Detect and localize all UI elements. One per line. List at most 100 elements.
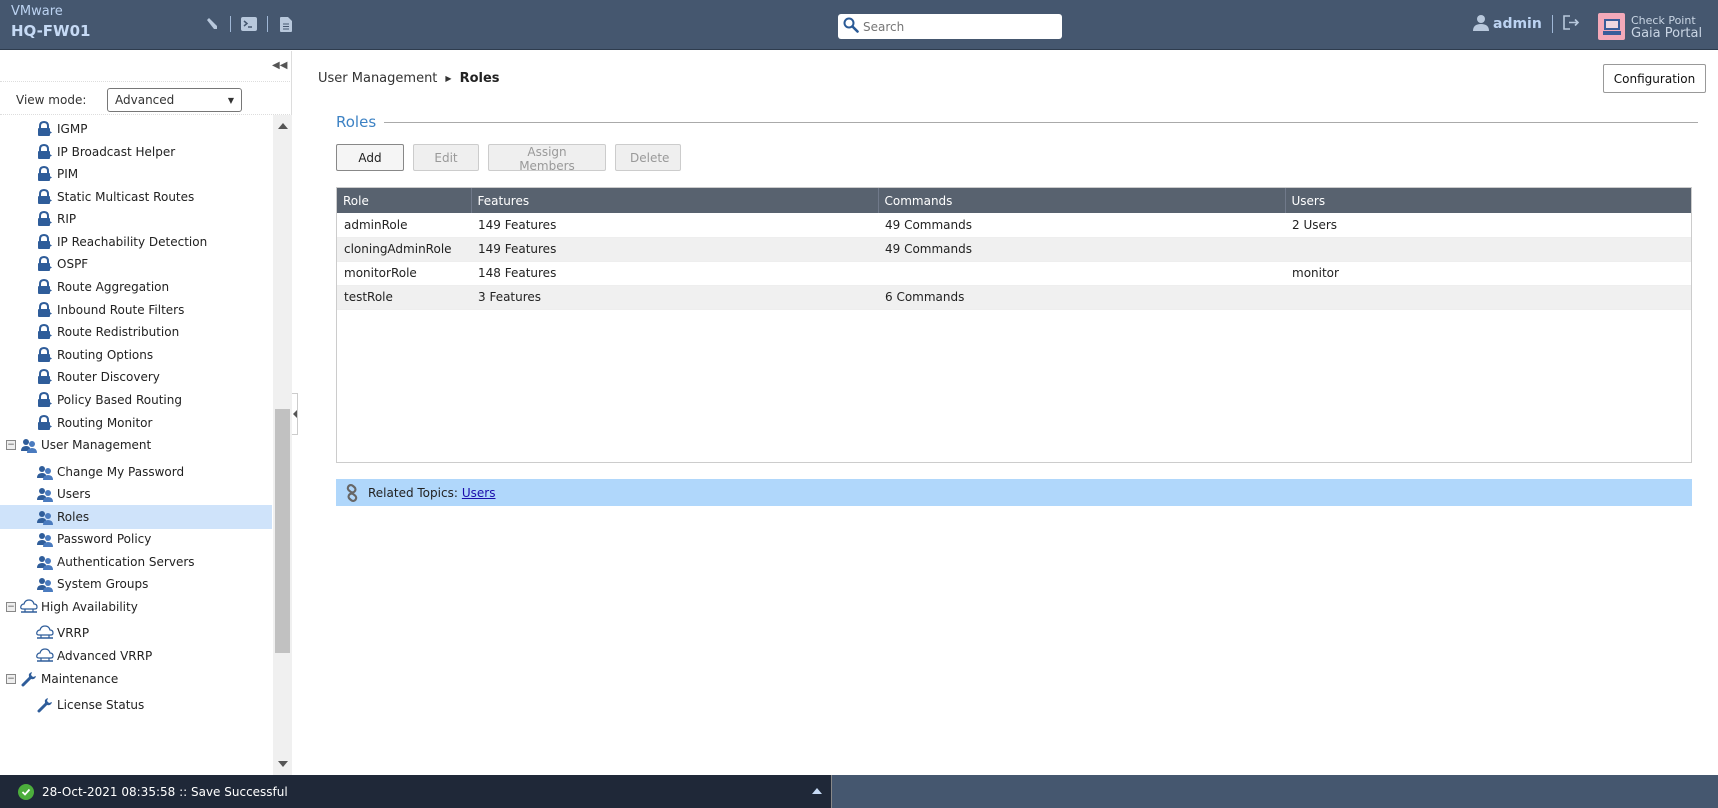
- lock-icon: [36, 165, 54, 183]
- column-header-role[interactable]: Role: [337, 188, 472, 213]
- collapse-tree-icon[interactable]: −: [6, 440, 16, 450]
- terminal-icon[interactable]: [239, 15, 259, 33]
- search-box[interactable]: [838, 14, 1062, 39]
- table-header-row: Role Features Commands Users: [337, 188, 1691, 213]
- sidebar-item-label: IP Reachability Detection: [57, 235, 208, 249]
- sidebar-item-vrrp[interactable]: VRRP: [0, 621, 272, 645]
- username-label[interactable]: admin: [1493, 16, 1542, 32]
- sidebar-item-label: Users: [57, 487, 91, 501]
- collapse-sidebar-icon[interactable]: ◀◀: [272, 60, 287, 71]
- sidebar-item-router-discovery[interactable]: Router Discovery: [0, 365, 272, 389]
- sidebar-item-high-availability[interactable]: − High Availability: [0, 595, 272, 619]
- sidebar-item-authentication-servers[interactable]: Authentication Servers: [0, 550, 272, 574]
- column-header-features[interactable]: Features: [471, 188, 879, 213]
- sidebar-item-ip-broadcast-helper[interactable]: IP Broadcast Helper: [0, 140, 272, 164]
- view-mode-select[interactable]: Advanced ▼: [107, 88, 242, 112]
- logout-icon[interactable]: [1563, 15, 1580, 33]
- sidebar-item-password-policy[interactable]: Password Policy: [0, 527, 272, 551]
- divider: [0, 81, 292, 82]
- lock-icon: [36, 323, 54, 341]
- sidebar-item-label: High Availability: [41, 600, 138, 614]
- sidebar-item-rip[interactable]: RIP: [0, 207, 272, 231]
- view-mode: View mode: Advanced ▼: [16, 88, 242, 112]
- sidebar-item-label: Routing Options: [57, 348, 154, 362]
- sidebar-item-ospf[interactable]: OSPF: [0, 252, 272, 276]
- divider: [384, 121, 1698, 123]
- breadcrumb-arrow-icon: ▶: [445, 74, 452, 83]
- sidebar-item-roles[interactable]: Roles: [0, 505, 272, 529]
- sidebar-item-igmp[interactable]: IGMP: [0, 117, 272, 141]
- lock-icon: [36, 368, 54, 386]
- section-title: Roles: [336, 113, 377, 131]
- navigation-sidebar: ◀◀ View mode: Advanced ▼ IGMP IP Broadcas…: [0, 51, 292, 775]
- sidebar-item-routing-monitor[interactable]: Routing Monitor: [0, 411, 272, 435]
- sidebar-item-user-management[interactable]: − User Management: [0, 433, 272, 457]
- sidebar-item-route-redistribution[interactable]: Route Redistribution: [0, 320, 272, 344]
- section-header: Roles: [336, 113, 1698, 131]
- related-topics-label: Related Topics:: [368, 485, 458, 500]
- view-mode-value: Advanced: [115, 93, 175, 107]
- search-input[interactable]: [863, 19, 1053, 34]
- sidebar-item-ip-reachability-detection[interactable]: IP Reachability Detection: [0, 230, 272, 254]
- breadcrumb: User Management ▶ Roles: [318, 71, 500, 86]
- assign-members-button[interactable]: Assign Members: [488, 144, 606, 173]
- sidebar-item-label: PIM: [57, 167, 79, 181]
- sidebar-item-license-status[interactable]: License Status: [0, 693, 272, 717]
- sidebar-item-label: System Groups: [57, 577, 149, 591]
- table-row[interactable]: cloningAdminRole 149 Features 49 Commands: [337, 237, 1691, 262]
- cell-role: monitorRole: [337, 261, 471, 286]
- cell-features: 148 Features: [471, 261, 878, 286]
- divider: [267, 16, 268, 32]
- lock-icon: [36, 233, 54, 251]
- delete-button[interactable]: Delete: [615, 144, 681, 171]
- breadcrumb-parent[interactable]: User Management: [318, 71, 437, 86]
- sidebar-item-inbound-route-filters[interactable]: Inbound Route Filters: [0, 298, 272, 322]
- sidebar-item-pim[interactable]: PIM: [0, 162, 272, 186]
- divider: [1551, 15, 1553, 33]
- sidebar-item-label: Policy Based Routing: [57, 393, 182, 407]
- sidebar-scrollbar[interactable]: [273, 115, 292, 775]
- users-icon: [36, 485, 54, 503]
- sidebar-item-advanced-vrrp[interactable]: Advanced VRRP: [0, 644, 272, 668]
- related-users-link[interactable]: Users: [462, 486, 496, 500]
- sidebar-item-label: Change My Password: [57, 465, 185, 479]
- sidebar-item-system-groups[interactable]: System Groups: [0, 572, 272, 596]
- column-header-commands[interactable]: Commands: [878, 188, 1286, 213]
- collapse-tree-icon[interactable]: −: [6, 674, 16, 684]
- table-row[interactable]: monitorRole 148 Features monitor: [337, 261, 1691, 286]
- table-row[interactable]: adminRole 149 Features 49 Commands 2 Users: [337, 213, 1691, 238]
- cell-users: [1285, 285, 1691, 310]
- user-icon: [1473, 14, 1489, 34]
- sidebar-item-route-aggregation[interactable]: Route Aggregation: [0, 275, 272, 299]
- expand-status-icon[interactable]: [812, 788, 822, 794]
- scrollbar-thumb[interactable]: [275, 409, 290, 653]
- sidebar-item-policy-based-routing[interactable]: Policy Based Routing: [0, 388, 272, 412]
- cell-features: 149 Features: [471, 237, 878, 262]
- column-header-users[interactable]: Users: [1285, 188, 1691, 213]
- sidebar-item-maintenance[interactable]: − Maintenance: [0, 667, 272, 691]
- table-row[interactable]: testRole 3 Features 6 Commands: [337, 285, 1691, 310]
- collapse-tree-icon[interactable]: −: [6, 602, 16, 612]
- document-icon[interactable]: [276, 15, 296, 33]
- edit-button[interactable]: Edit: [413, 144, 479, 171]
- sidebar-item-static-multicast-routes[interactable]: Static Multicast Routes: [0, 185, 272, 209]
- top-header: VMware HQ-FW01 admin: [0, 0, 1718, 50]
- pencil-icon[interactable]: [202, 15, 222, 33]
- configuration-button[interactable]: Configuration: [1603, 64, 1706, 93]
- sidebar-item-change-my-password[interactable]: Change My Password: [0, 460, 272, 484]
- check-circle-icon: [18, 783, 34, 800]
- sidebar-item-users[interactable]: Users: [0, 482, 272, 506]
- scroll-up-icon[interactable]: [278, 123, 288, 129]
- status-message-area: 28-Oct-2021 08:35:58 :: Save Successful: [0, 775, 832, 808]
- cloud-icon: [36, 624, 54, 642]
- scroll-down-icon[interactable]: [278, 761, 288, 767]
- sidebar-item-label: IP Broadcast Helper: [57, 145, 176, 159]
- sidebar-item-label: Advanced VRRP: [57, 649, 153, 663]
- computer-icon: [1598, 13, 1625, 40]
- lock-icon: [36, 255, 54, 273]
- add-button[interactable]: Add: [336, 144, 404, 171]
- cell-features: 3 Features: [471, 285, 878, 310]
- sidebar-item-routing-options[interactable]: Routing Options: [0, 343, 272, 367]
- cell-commands: 49 Commands: [878, 237, 1285, 262]
- cell-users: monitor: [1285, 261, 1691, 286]
